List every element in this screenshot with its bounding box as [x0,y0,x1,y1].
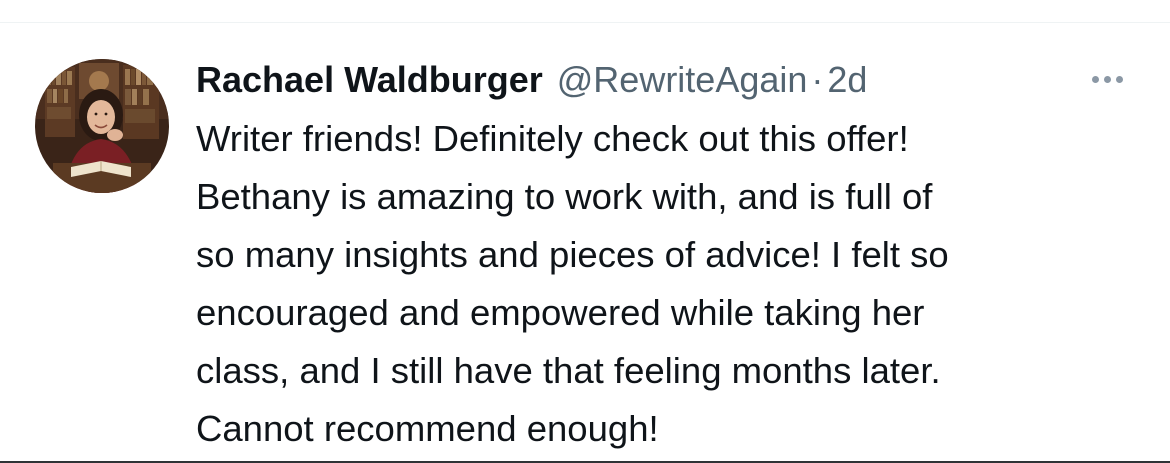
tweet-text-line: class, and I still have that feeling mon… [196,350,941,391]
avatar-photo-image [35,59,169,193]
tweet-timestamp[interactable]: 2d [827,56,867,104]
top-divider [0,0,1170,23]
header-separator: · [811,59,824,100]
tweet-text-line: Cannot recommend enough! [196,408,659,449]
more-options-button[interactable] [1080,62,1134,96]
more-dot [1115,75,1123,83]
tweet-text-line: so many insights and pieces of advice! I… [196,234,949,275]
more-horizontal-icon [1091,75,1123,83]
tweet-text: Writer friends! Definitely check out thi… [196,110,1156,458]
tweet-text-line: Writer friends! Definitely check out thi… [196,118,909,159]
tweet-header: Rachael Waldburger @RewriteAgain · 2d [196,56,867,104]
author-handle[interactable]: @RewriteAgain [557,56,808,104]
avatar[interactable] [35,59,169,193]
tweet-card[interactable]: Rachael Waldburger @RewriteAgain · 2d Wr… [0,0,1170,463]
more-dot [1103,75,1111,83]
tweet-text-line: Bethany is amazing to work with, and is … [196,176,933,217]
more-dot [1091,75,1099,83]
author-display-name[interactable]: Rachael Waldburger [196,56,543,104]
tweet-text-line: encouraged and empowered while taking he… [196,292,925,333]
